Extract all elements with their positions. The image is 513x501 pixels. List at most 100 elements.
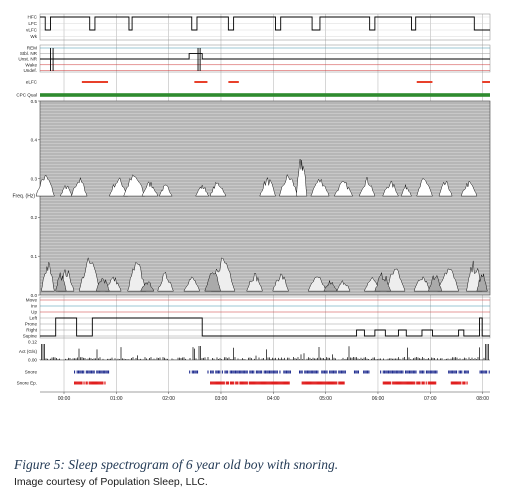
snore-episode-mark bbox=[451, 381, 454, 385]
activity-panel: 0.12 0.00 Act (G/s) bbox=[19, 340, 490, 363]
snore-event bbox=[216, 370, 218, 374]
sleep-stage-trace bbox=[40, 53, 490, 60]
snore-event bbox=[363, 370, 365, 374]
snore-event bbox=[194, 370, 196, 374]
activity-axis-label: Act (G/s) bbox=[19, 349, 38, 354]
snore-episode-mark bbox=[320, 381, 322, 385]
snore-episode-mark bbox=[99, 381, 101, 385]
snore-episode-mark bbox=[264, 381, 266, 385]
snore-event bbox=[406, 370, 408, 374]
snore-episode-mark bbox=[90, 381, 92, 385]
snore-event bbox=[306, 370, 308, 374]
snore-event bbox=[313, 370, 315, 374]
snore-episode-mark bbox=[421, 381, 423, 385]
snore-episode-mark bbox=[343, 381, 345, 385]
snore-episode-mark bbox=[395, 381, 397, 385]
snore-episode-mark bbox=[280, 381, 282, 385]
snore-episode-mark bbox=[423, 381, 425, 385]
snore-event bbox=[428, 370, 430, 374]
snore-event bbox=[335, 370, 337, 374]
snore-episode-mark bbox=[249, 381, 252, 385]
snore-event bbox=[480, 370, 482, 374]
snore-event bbox=[339, 370, 341, 374]
snore-episode-mark bbox=[77, 381, 79, 385]
snore-episode-mark bbox=[211, 381, 213, 385]
snore-episode-mark bbox=[335, 381, 337, 385]
snore-event bbox=[236, 370, 238, 374]
snore-episode-mark bbox=[463, 381, 465, 385]
snore-episode-mark bbox=[389, 381, 391, 385]
snore-event bbox=[253, 370, 255, 374]
snore-episode-mark bbox=[319, 381, 321, 385]
snore-episode-mark bbox=[404, 381, 406, 385]
position-trace bbox=[40, 317, 490, 337]
snore-event bbox=[338, 370, 340, 374]
snore-episode-mark bbox=[226, 381, 229, 385]
snore-episode-mark bbox=[304, 381, 306, 385]
snore-episode-mark bbox=[263, 381, 265, 385]
snore-event bbox=[233, 370, 235, 374]
snore-event bbox=[330, 370, 332, 374]
snore-episode-mark bbox=[452, 381, 455, 385]
snore-episode-mark bbox=[398, 381, 400, 385]
cpc-label-hfc: HFC bbox=[28, 15, 38, 20]
snore-episode-mark bbox=[329, 381, 332, 385]
snore-event bbox=[250, 370, 252, 374]
snore-event bbox=[408, 370, 410, 374]
snore-event bbox=[431, 370, 433, 374]
snore-episode-mark bbox=[95, 381, 98, 385]
snore-episode-mark bbox=[256, 381, 258, 385]
snore-event bbox=[411, 370, 413, 374]
snore-episode-mark bbox=[432, 381, 435, 385]
snore-episode-mark bbox=[279, 381, 281, 385]
snore-event bbox=[272, 370, 274, 374]
snore-event bbox=[196, 370, 199, 374]
snore-event bbox=[234, 370, 237, 374]
snore-event bbox=[466, 370, 468, 374]
snore-episode-mark bbox=[427, 381, 429, 385]
snore-episode-mark bbox=[266, 381, 268, 385]
snore-event bbox=[304, 370, 306, 374]
snore-episode-mark bbox=[94, 381, 97, 385]
time-tick-label: 05:00 bbox=[319, 396, 332, 402]
snore-episode-mark bbox=[268, 381, 270, 385]
snore-episode-mark bbox=[248, 381, 250, 385]
snore-episode-mark bbox=[435, 381, 437, 385]
snore-episode-mark bbox=[232, 381, 234, 385]
snore-episode-mark bbox=[457, 381, 459, 385]
elfc-episode bbox=[416, 81, 433, 83]
snore-episode-mark bbox=[311, 381, 313, 385]
snore-episode-mark bbox=[243, 381, 245, 385]
snore-event bbox=[463, 370, 465, 374]
snore-episode-mark bbox=[223, 381, 225, 385]
snore-episode-mark bbox=[459, 381, 461, 385]
snore-event bbox=[385, 370, 387, 374]
snore-event bbox=[482, 370, 484, 374]
snore-event bbox=[344, 370, 346, 374]
snore-episode-mark bbox=[85, 381, 87, 385]
snore-event bbox=[436, 370, 438, 374]
snore-event bbox=[305, 370, 307, 374]
snore-event bbox=[268, 370, 271, 374]
snore-event bbox=[384, 370, 386, 374]
snore-event bbox=[191, 370, 193, 374]
snore-event bbox=[483, 370, 485, 374]
stage-label-2: Unst. NR bbox=[18, 57, 37, 62]
snore-event bbox=[270, 370, 272, 374]
snore-episode-mark bbox=[221, 381, 223, 385]
snore-event bbox=[97, 370, 99, 374]
snore-event bbox=[284, 370, 286, 374]
snore-event bbox=[83, 370, 85, 374]
snore-event bbox=[81, 370, 83, 374]
snore-episode-mark bbox=[237, 381, 239, 385]
snore-episode-mark bbox=[242, 381, 244, 385]
snore-event bbox=[215, 370, 217, 374]
freq-axis-label: Freq. (Hz) bbox=[13, 194, 36, 200]
snore-event bbox=[229, 370, 231, 374]
snore-episode-mark bbox=[315, 381, 317, 385]
snore-event bbox=[425, 370, 428, 374]
snore-episode-mark bbox=[284, 381, 286, 385]
snore-episode-mark bbox=[400, 381, 402, 385]
snore-episode-mark bbox=[91, 381, 94, 385]
snore-episode-mark bbox=[413, 381, 415, 385]
